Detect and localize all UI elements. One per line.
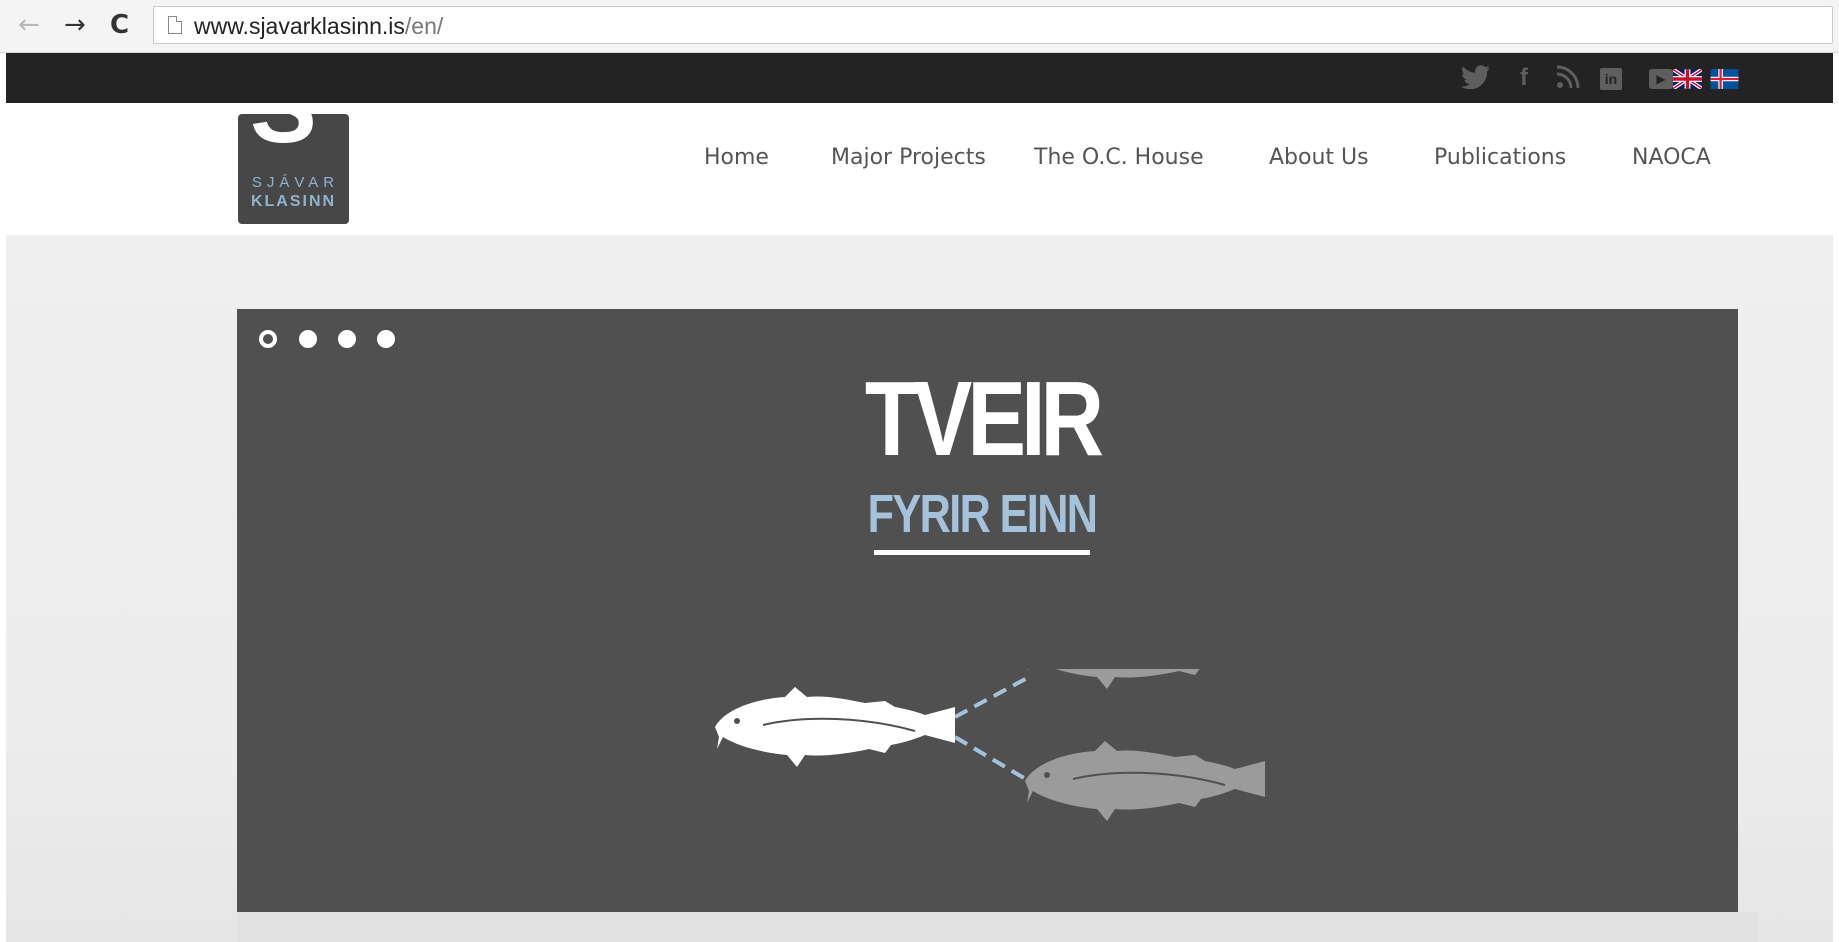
slide-title: TVEIR bbox=[864, 360, 1104, 478]
url-host: www.sjavarklasinn.is bbox=[194, 13, 405, 39]
social-bar: f in ▶ bbox=[6, 53, 1833, 103]
url-text[interactable]: www.sjavarklasinn.is/en/ bbox=[194, 13, 443, 39]
grey-fish-icon-bottom bbox=[1025, 741, 1265, 821]
slider-dot-1[interactable] bbox=[259, 330, 277, 348]
fish-illustration bbox=[715, 669, 1265, 821]
url-path: /en/ bbox=[404, 13, 444, 39]
rss-icon[interactable] bbox=[1555, 65, 1581, 91]
browser-toolbar: ← → C www.sjavarklasinn.is/en/ bbox=[0, 0, 1839, 53]
nav-major-projects[interactable]: Major Projects bbox=[831, 145, 986, 171]
site-header: S SJÁVAR KLASINN Home Major Projects The… bbox=[6, 103, 1833, 235]
address-bar[interactable]: www.sjavarklasinn.is/en/ bbox=[153, 6, 1833, 44]
connector-line-bottom bbox=[953, 735, 1031, 783]
grey-fish-icon-top bbox=[1025, 669, 1265, 689]
forward-arrow-icon[interactable]: → bbox=[64, 10, 86, 40]
youtube-icon[interactable]: ▶ bbox=[1649, 69, 1673, 89]
hero-slider[interactable]: TVEIR FYRIR EINN bbox=[237, 309, 1738, 912]
site-logo[interactable]: S SJÁVAR KLASINN bbox=[238, 114, 349, 224]
slide-caption-strip bbox=[237, 912, 1759, 942]
nav-home[interactable]: Home bbox=[704, 145, 769, 171]
back-arrow-icon[interactable]: ← bbox=[18, 10, 40, 40]
slider-dot-2[interactable] bbox=[299, 330, 317, 348]
logo-line-1: SJÁVAR bbox=[251, 174, 340, 191]
logo-mark: S bbox=[250, 114, 317, 158]
page-icon bbox=[168, 16, 182, 34]
english-flag-icon[interactable] bbox=[1671, 67, 1704, 91]
slider-dot-4[interactable] bbox=[377, 330, 395, 348]
nav-naoca[interactable]: NAOCA bbox=[1632, 145, 1711, 171]
icelandic-flag-icon[interactable] bbox=[1710, 69, 1739, 89]
slider-dot-3[interactable] bbox=[338, 330, 356, 348]
connector-line-top bbox=[954, 675, 1030, 719]
title-underline bbox=[874, 550, 1090, 555]
nav-oc-house[interactable]: The O.C. House bbox=[1034, 145, 1204, 171]
facebook-icon[interactable]: f bbox=[1514, 65, 1534, 91]
nav-publications[interactable]: Publications bbox=[1434, 145, 1566, 171]
nav-about-us[interactable]: About Us bbox=[1269, 145, 1369, 171]
slide-subtitle: FYRIR EINN bbox=[867, 484, 1098, 544]
twitter-icon[interactable] bbox=[1460, 65, 1492, 91]
reload-icon[interactable]: C bbox=[110, 10, 129, 40]
logo-line-2: KLASINN bbox=[250, 193, 337, 210]
white-fish-icon bbox=[715, 687, 955, 767]
linkedin-icon[interactable]: in bbox=[1600, 68, 1622, 90]
